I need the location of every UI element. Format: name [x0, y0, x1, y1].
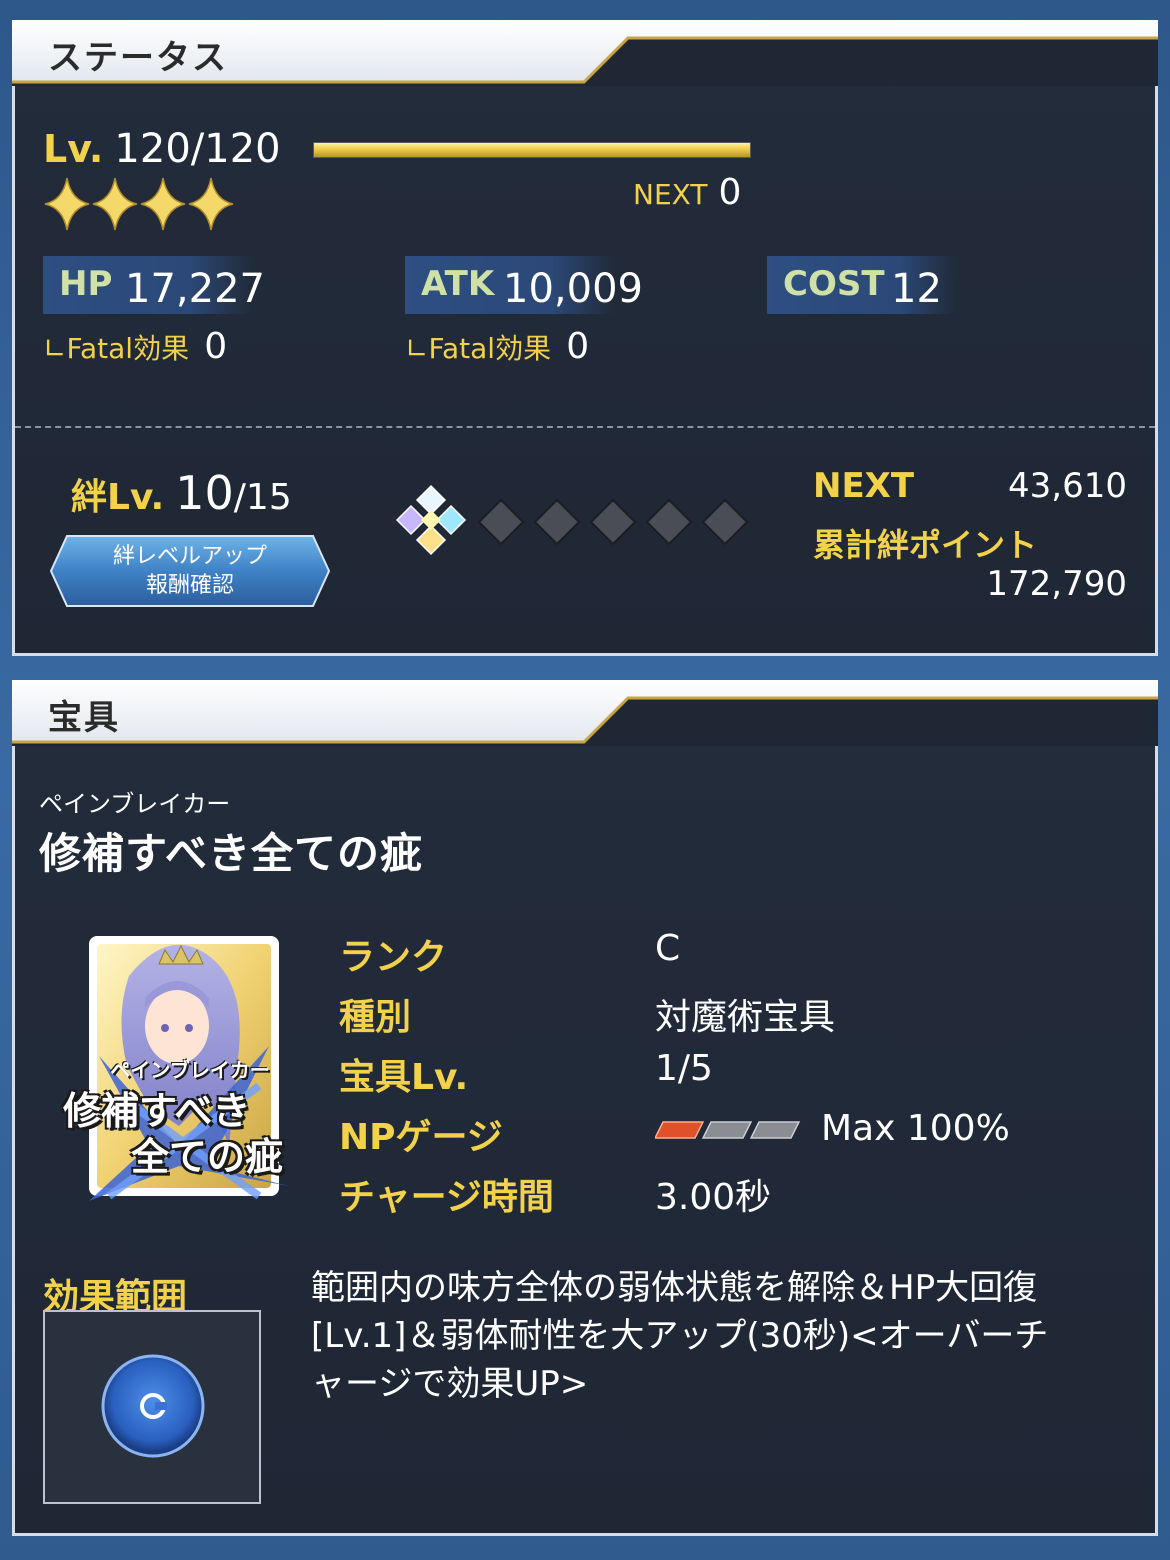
- fatal-corner-icon: ∟: [405, 332, 429, 365]
- star-rating: [43, 176, 235, 232]
- atk-fatal: ∟Fatal効果 0: [405, 326, 589, 367]
- hp-value: 17,227: [125, 266, 265, 312]
- np-card: ペインブレイカー 修補すべき 全ての疵: [59, 916, 309, 1216]
- bond-max: /15: [233, 477, 292, 518]
- atk-label: ATK: [421, 264, 495, 304]
- hp-fatal-value: 0: [204, 326, 228, 367]
- np-gauge-bar-empty: [701, 1121, 753, 1139]
- charge-time-label: チャージ時間: [339, 1177, 554, 1218]
- bond-value: 10: [175, 466, 234, 520]
- status-panel-header: ステータス: [12, 20, 1158, 86]
- np-panel: 宝具 ペインブレイカー 修補すべき全ての疵 ペインブレイカー 修補すべき 全ての…: [12, 680, 1158, 1536]
- divider: [15, 426, 1155, 428]
- type-value: 対魔術宝具: [655, 997, 836, 1038]
- next-exp: NEXT 0: [633, 172, 741, 213]
- np-title: 宝具: [48, 698, 120, 738]
- np-description-line2: [Lv.1]＆弱体耐性を大アップ(30秒)<オーバーチ: [311, 1316, 1049, 1356]
- np-gauge-bar-filled: [653, 1121, 705, 1139]
- bond-label: 絆Lv.: [71, 477, 165, 518]
- np-description-line3: ャージで効果UP>: [311, 1364, 589, 1404]
- hp-fatal: ∟Fatal効果 0: [43, 326, 227, 367]
- np-gauge: [653, 1118, 805, 1142]
- hp-label: HP: [59, 264, 113, 304]
- bond-next-value: 43,610: [1008, 466, 1127, 506]
- bond-next-label: NEXT: [813, 466, 915, 506]
- np-gauge-bar-empty: [749, 1121, 801, 1139]
- bond-gauge: [391, 476, 761, 566]
- level-value: 120/120: [114, 126, 281, 172]
- hp-fatal-label: Fatal効果: [66, 332, 190, 365]
- level-display: Lv. 120/120: [43, 126, 281, 172]
- bond-diamond-empty: [701, 498, 749, 546]
- star-icon: [140, 177, 186, 231]
- bond-reward-button[interactable]: 絆レベルアップ 報酬確認: [49, 534, 331, 608]
- np-name: 修補すべき全ての疵: [39, 829, 424, 878]
- bond-diamond-empty: [645, 498, 693, 546]
- bond-diamond-empty: [589, 498, 637, 546]
- atk-fatal-label: Fatal効果: [428, 332, 552, 365]
- range-diagram: [43, 1310, 261, 1504]
- bond-diamond-lit: [395, 504, 427, 536]
- fatal-corner-icon: ∟: [43, 332, 67, 365]
- atk-fatal-value: 0: [566, 326, 590, 367]
- np-panel-header: 宝具: [12, 680, 1158, 746]
- rank-label: ランク: [339, 937, 448, 978]
- np-ruby: ペインブレイカー: [39, 790, 231, 818]
- bond-diamond-empty: [533, 498, 581, 546]
- next-label: NEXT: [633, 178, 708, 211]
- bond-diamond-lit: [415, 524, 447, 556]
- level-label: Lv.: [43, 127, 104, 171]
- bond-total-label: 累計絆ポイント: [813, 526, 1038, 564]
- rank-value: C: [655, 928, 681, 969]
- type-label: 種別: [339, 997, 412, 1038]
- bond-diamond-center: [421, 510, 441, 530]
- np-description: 範囲内の味方全体の弱体状態を解除＆HP大回復 [Lv.1]＆弱体耐性を大アップ(…: [311, 1264, 1048, 1408]
- status-panel: ステータス Lv. 120/120 NEXT 0 HP 17,227 ATK 1…: [12, 20, 1158, 656]
- np-gauge-label: NPゲージ: [339, 1117, 503, 1158]
- cost-label: COST: [783, 264, 885, 304]
- atk-value: 10,009: [503, 266, 643, 312]
- level-bar: [313, 142, 751, 158]
- star-icon: [44, 177, 90, 231]
- np-card-ruby: ペインブレイカー: [110, 1058, 270, 1082]
- charge-time-value: 3.00秒: [655, 1177, 772, 1218]
- bond-total-value: 172,790: [986, 564, 1127, 604]
- star-icon: [188, 177, 234, 231]
- np-card-line2: 全ての疵: [131, 1135, 284, 1179]
- bond-button-line2: 報酬確認: [145, 573, 234, 598]
- np-level-value: 1/5: [655, 1048, 713, 1089]
- np-description-line1: 範囲内の味方全体の弱体状態を解除＆HP大回復: [311, 1268, 1038, 1308]
- np-level-label: 宝具Lv.: [339, 1057, 469, 1098]
- bond-diamond-lit: [435, 504, 467, 536]
- bond-button-line1: 絆レベルアップ: [112, 544, 267, 569]
- next-value: 0: [718, 172, 742, 213]
- bond-level: 絆Lv. 10/15: [71, 466, 292, 520]
- np-gauge-value: Max 100%: [821, 1108, 1010, 1149]
- star-icon: [92, 177, 138, 231]
- bond-diamond-empty: [477, 498, 525, 546]
- level-bar-fill: [314, 143, 750, 157]
- cost-value: 12: [891, 266, 942, 312]
- bond-diamond-lit: [415, 484, 447, 516]
- status-title: ステータス: [48, 38, 228, 78]
